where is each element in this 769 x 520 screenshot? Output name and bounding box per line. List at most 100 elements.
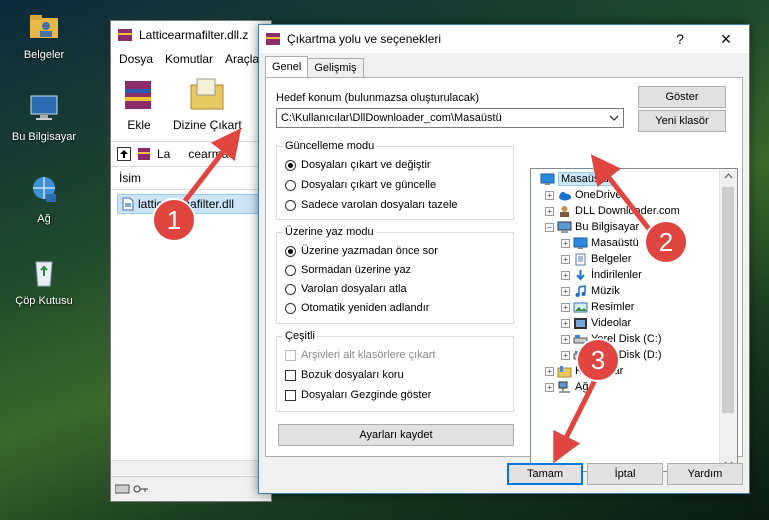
tree-node[interactable]: + OneDrive (545, 187, 621, 203)
winrar-icon (266, 33, 280, 45)
tree-node-label: OneDrive (575, 189, 622, 201)
tree-node[interactable]: Masaüstü (537, 171, 612, 187)
music-icon (573, 284, 588, 298)
overwrite-option-skip[interactable]: Varolan dosyaları atla (285, 283, 407, 295)
tree-node[interactable]: + Videolar (561, 315, 631, 331)
desktop-icon (573, 237, 588, 250)
option-label: Üzerine yazmadan önce sor (301, 245, 438, 257)
radio-button[interactable] (285, 264, 296, 276)
step-badge-3: 3 (576, 338, 620, 382)
cancel-button[interactable]: İptal (587, 463, 663, 485)
up-folder-icon[interactable] (117, 147, 131, 161)
radio-button[interactable] (285, 159, 296, 171)
desktop-icon-documents[interactable]: Belgeler (4, 10, 84, 61)
user-folder-icon (557, 205, 572, 218)
overwrite-option-without-prompt[interactable]: Sormadan üzerine yaz (285, 264, 411, 276)
menu-tools[interactable]: Araçla (225, 52, 259, 66)
folder-tree[interactable]: Masaüstü + OneDrive + DLL Downloader.com − Bu … (530, 168, 738, 472)
radio-button[interactable] (285, 245, 296, 257)
radio-button[interactable] (285, 283, 296, 295)
expand-icon[interactable]: + (561, 270, 570, 280)
expand-icon[interactable]: + (545, 190, 554, 200)
expand-icon[interactable]: + (561, 286, 570, 296)
step-badge-2: 2 (644, 220, 688, 264)
expand-icon[interactable]: + (545, 382, 554, 392)
option-label: Dosyaları çıkart ve güncelle (301, 179, 437, 191)
add-button[interactable]: Ekle (119, 75, 159, 135)
destination-path-combo[interactable]: C:\Kullanıcılar\DllDownloader_com\Masaüs… (276, 108, 624, 128)
save-settings-button[interactable]: Ayarları kaydet (278, 424, 514, 446)
overwrite-option-rename[interactable]: Otomatik yeniden adlandır (285, 302, 429, 314)
extract-to-button[interactable]: Dizine Çıkart (173, 75, 242, 135)
update-mode-option-freshen[interactable]: Sadece varolan dosyaları tazele (285, 199, 458, 211)
close-button[interactable]: ✕ (703, 25, 749, 53)
expand-icon[interactable]: + (545, 206, 554, 216)
tab-general[interactable]: Genel (265, 56, 309, 77)
scrollbar-thumb[interactable] (722, 187, 734, 413)
update-mode-title: Güncelleme modu (283, 140, 377, 152)
column-header-name[interactable]: İsim (111, 167, 271, 190)
radio-button[interactable] (285, 199, 296, 211)
option-label: Dosyaları çıkart ve değiştir (301, 159, 431, 171)
tree-node[interactable]: + Ağ (545, 379, 588, 395)
option-label: Otomatik yeniden adlandır (301, 302, 430, 314)
destination-label: Hedef konum (bulunmazsa oluşturulacak) (276, 92, 479, 104)
tree-node-label: Belgeler (591, 253, 632, 265)
tree-node-label: Masaüstü (558, 172, 612, 186)
checkbox (285, 349, 296, 361)
keep-broken-files-option[interactable]: Bozuk dosyaları koru (285, 369, 404, 381)
help-titlebar-button[interactable]: ? (657, 25, 703, 53)
tree-node[interactable]: + Belgeler (561, 251, 631, 267)
tab-advanced[interactable]: Gelişmiş (307, 58, 364, 77)
tree-node[interactable]: + DLL Downloader.com (545, 203, 680, 219)
option-label: Sormadan üzerine yaz (301, 264, 412, 276)
tree-node-label: Videolar (591, 317, 632, 329)
collapse-icon[interactable]: − (545, 222, 554, 232)
winrar-toolbar: Ekle Dizine Çıkart (111, 69, 271, 141)
desktop-icon-recycle-bin[interactable]: Çöp Kutusu (4, 256, 84, 307)
expand-icon[interactable]: + (561, 350, 570, 360)
tree-node-label: DLL Downloader.com (575, 205, 680, 217)
tree-node[interactable]: + Masaüstü (561, 235, 639, 251)
menu-file[interactable]: Dosya (119, 52, 153, 66)
update-mode-option-replace[interactable]: Dosyaları çıkart ve değiştir (285, 159, 431, 171)
ok-button[interactable]: Tamam (507, 463, 583, 485)
tree-node-label: Ağ (575, 381, 589, 393)
radio-button[interactable] (285, 302, 296, 314)
tree-node[interactable]: − Bu Bilgisayar (545, 219, 639, 235)
overwrite-option-ask[interactable]: Üzerine yazmadan önce sor (285, 245, 438, 257)
show-in-explorer-option[interactable]: Dosyaları Gezginde göster (285, 389, 431, 401)
extract-to-subfolders-option: Arşivleri alt klasörlere çıkart (285, 349, 435, 361)
tree-node[interactable]: + Resimler (561, 299, 634, 315)
expand-icon[interactable]: + (561, 334, 570, 344)
dll-file-icon (122, 197, 134, 211)
expand-icon[interactable]: + (561, 254, 570, 264)
expand-icon[interactable]: + (561, 318, 570, 328)
tree-vertical-scrollbar[interactable] (719, 169, 737, 471)
checkbox[interactable] (285, 369, 296, 381)
tree-node-label: Bu Bilgisayar (575, 221, 640, 233)
network-icon (557, 381, 572, 394)
tree-node[interactable]: + Müzik (561, 283, 620, 299)
update-mode-option-update[interactable]: Dosyaları çıkart ve güncelle (285, 179, 436, 191)
menu-commands[interactable]: Komutlar (165, 52, 213, 66)
chevron-down-icon[interactable] (609, 113, 619, 123)
scroll-up-icon[interactable] (720, 169, 737, 183)
overwrite-mode-title: Üzerine yaz modu (283, 226, 376, 238)
checkbox[interactable] (285, 389, 296, 401)
address-bar[interactable]: La cearma (111, 141, 271, 167)
show-button[interactable]: Göster (638, 86, 726, 108)
tree-node-label: Müzik (591, 285, 620, 297)
tree-node[interactable]: + İndirilenler (561, 267, 642, 283)
help-button[interactable]: Yardım (667, 463, 743, 485)
desktop-icon-label: Ağ (37, 213, 51, 225)
expand-icon[interactable]: + (561, 238, 570, 248)
expand-icon[interactable]: + (561, 302, 570, 312)
new-folder-button[interactable]: Yeni klasör (638, 110, 726, 132)
desktop-icon-this-pc[interactable]: Bu Bilgisayar (4, 92, 84, 143)
onedrive-icon (557, 189, 572, 202)
desktop-icon-network[interactable]: Ağ (4, 174, 84, 225)
expand-icon[interactable]: + (545, 366, 554, 376)
radio-button[interactable] (285, 179, 296, 191)
horizontal-scrollbar[interactable] (111, 460, 271, 475)
